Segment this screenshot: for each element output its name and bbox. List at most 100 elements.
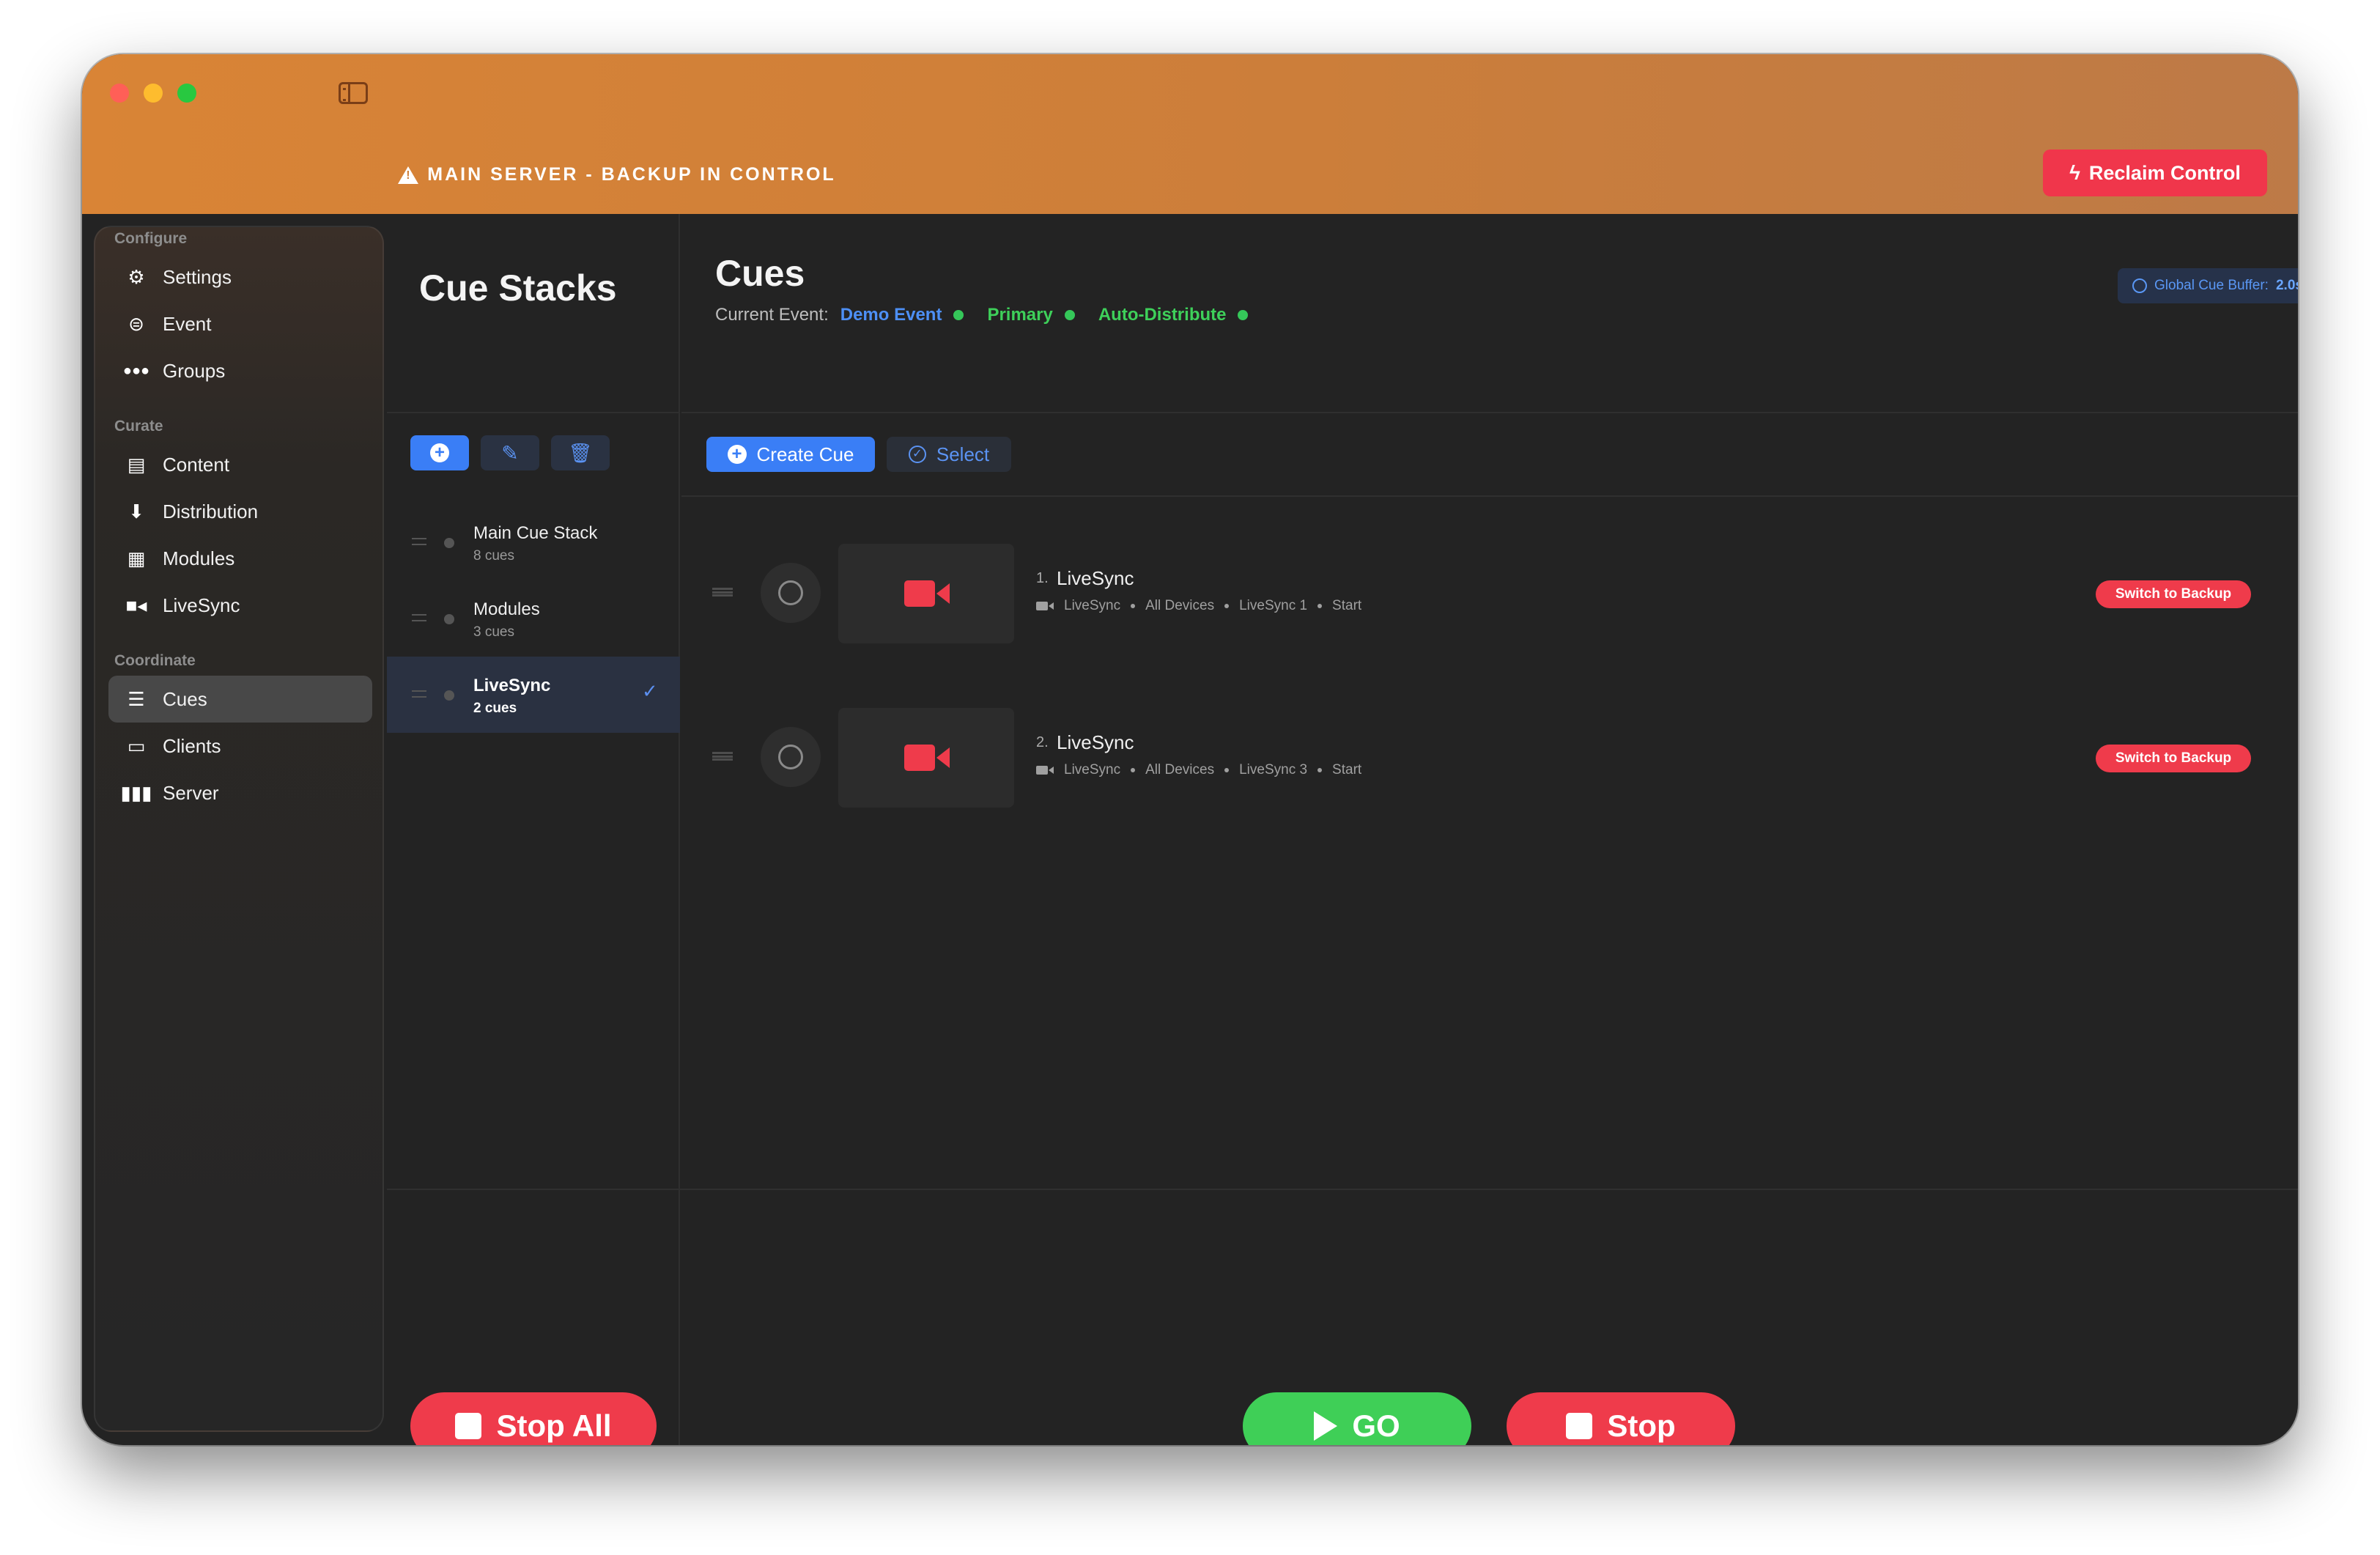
cue-type: LiveSync — [1064, 762, 1121, 778]
edit-stack-button[interactable]: ✎ — [481, 435, 539, 470]
stop-button[interactable]: Stop — [1507, 1392, 1735, 1445]
sidebar-item-clients[interactable]: ▭ Clients — [108, 723, 372, 769]
go-button[interactable]: GO — [1243, 1392, 1471, 1445]
page-title: Cues — [715, 253, 805, 294]
video-camera-icon — [1036, 602, 1054, 610]
stop-label: Stop — [1607, 1408, 1676, 1443]
sidebar: Configure ⚙ Settings ⊜ Event ●●● Groups … — [94, 226, 384, 1432]
video-camera-icon — [904, 580, 950, 607]
switch-to-backup-button[interactable]: Switch to Backup — [2096, 580, 2251, 608]
stack-name: Modules — [473, 599, 540, 619]
cue-source: LiveSync 3 — [1239, 762, 1308, 778]
stack-item-modules[interactable]: Modules 3 cues — [387, 580, 680, 657]
buffer-value: 2.0s — [2275, 278, 2298, 293]
event-link[interactable]: Demo Event — [840, 305, 942, 325]
cue-stacks-title: Cue Stacks — [419, 267, 617, 309]
stop-all-button[interactable]: Stop All — [410, 1392, 657, 1445]
cue-row[interactable]: 1. LiveSync LiveSync All Devices LiveSyn… — [681, 542, 2298, 645]
drag-handle-icon[interactable] — [412, 538, 426, 545]
create-cue-button[interactable]: + Create Cue — [706, 437, 875, 472]
stack-item-main[interactable]: Main Cue Stack 8 cues — [387, 504, 680, 580]
bullet — [1318, 604, 1323, 608]
buffer-label: Global Cue Buffer: — [2154, 278, 2269, 293]
cue-name: LiveSync — [1057, 731, 1134, 753]
stop-icon — [1566, 1413, 1593, 1439]
zoom-window-button[interactable] — [177, 84, 196, 103]
auto-distribute-status: Auto-Distribute — [1098, 305, 1227, 325]
minimize-window-button[interactable] — [144, 84, 163, 103]
stack-count: 2 cues — [473, 701, 517, 716]
sidebar-item-distribution[interactable]: ⬇ Distribution — [108, 488, 372, 535]
sidebar-toggle-icon[interactable] — [339, 82, 368, 104]
cue-meta: LiveSync All Devices LiveSync 1 Start — [1036, 598, 1361, 614]
status-dot — [444, 690, 454, 701]
distribution-icon: ⬇ — [128, 500, 144, 522]
switch-to-backup-button[interactable]: Switch to Backup — [2096, 745, 2251, 772]
video-camera-icon — [904, 745, 950, 771]
section-curate: Curate — [114, 418, 163, 435]
sidebar-item-settings[interactable]: ⚙ Settings — [108, 254, 372, 300]
status-dot — [444, 614, 454, 624]
go-label: GO — [1352, 1408, 1400, 1443]
checkmark-icon: ✓ — [642, 680, 658, 702]
modules-icon: ▦ — [127, 547, 146, 569]
app-window: MAIN SERVER - BACKUP IN CONTROL ϟ Reclai… — [82, 54, 2298, 1445]
cue-action: Start — [1332, 598, 1362, 613]
bullet — [1224, 768, 1230, 772]
bullet — [1318, 768, 1323, 772]
add-stack-button[interactable]: + — [410, 435, 469, 470]
clock-icon — [2132, 278, 2147, 293]
bullet — [1131, 768, 1136, 772]
cue-meta: LiveSync All Devices LiveSync 3 Start — [1036, 762, 1361, 778]
stop-icon — [455, 1413, 482, 1439]
drag-handle-icon[interactable] — [412, 614, 426, 621]
global-cue-buffer[interactable]: Global Cue Buffer: 2.0s — [2118, 268, 2298, 303]
divider — [681, 495, 2298, 497]
drag-handle-icon[interactable] — [712, 588, 733, 596]
play-icon — [1314, 1411, 1338, 1441]
sidebar-item-cues[interactable]: ☰ Cues — [108, 676, 372, 723]
reclaim-control-label: Reclaim Control — [2088, 161, 2241, 184]
current-event-label: Current Event: — [715, 305, 829, 325]
check-circle-icon: ✓ — [908, 446, 926, 463]
cue-select-circle[interactable] — [778, 580, 803, 605]
cue-action: Start — [1332, 762, 1362, 778]
drag-handle-icon[interactable] — [712, 752, 733, 761]
stack-item-livesync[interactable]: LiveSync 2 cues ✓ — [387, 657, 680, 733]
cue-number: 2. — [1036, 734, 1049, 750]
sidebar-item-modules[interactable]: ▦ Modules — [108, 535, 372, 582]
sidebar-item-groups[interactable]: ●●● Groups — [108, 347, 372, 394]
cue-row[interactable]: 2. LiveSync LiveSync All Devices LiveSyn… — [681, 706, 2298, 809]
drag-handle-icon[interactable] — [412, 690, 426, 698]
stop-all-label: Stop All — [496, 1408, 612, 1443]
sidebar-item-event[interactable]: ⊜ Event — [108, 300, 372, 347]
pencil-icon: ✎ — [501, 441, 519, 465]
current-event-line: Current Event: Demo Event Primary Auto-D… — [715, 305, 1260, 325]
server-icon: ▮▮▮ — [120, 781, 152, 804]
warning-icon — [398, 166, 419, 184]
cue-target: All Devices — [1145, 762, 1215, 778]
cue-stacks-panel: Cue Stacks + ✎ 🗑 Main Cue Stack 8 cues M… — [387, 214, 680, 1445]
close-window-button[interactable] — [110, 84, 129, 103]
section-configure: Configure — [114, 230, 188, 247]
cue-source: LiveSync 1 — [1239, 598, 1308, 613]
cue-name: LiveSync — [1057, 567, 1134, 589]
content-icon: ▤ — [127, 453, 146, 476]
sidebar-item-server[interactable]: ▮▮▮ Server — [108, 769, 372, 816]
sidebar-item-livesync[interactable]: ■◂ LiveSync — [108, 582, 372, 629]
cue-thumbnail — [838, 544, 1014, 643]
cue-select-circle[interactable] — [778, 745, 803, 769]
backup-status: MAIN SERVER - BACKUP IN CONTROL — [82, 164, 1152, 185]
plus-icon: + — [727, 445, 747, 464]
cue-thumbnail — [838, 708, 1014, 808]
select-button[interactable]: ✓ Select — [887, 437, 1011, 472]
lightning-icon: ϟ — [2069, 161, 2080, 184]
backup-status-text: MAIN SERVER - BACKUP IN CONTROL — [427, 164, 836, 185]
cues-icon: ☰ — [128, 687, 145, 710]
delete-stack-button[interactable]: 🗑 — [551, 435, 610, 470]
stack-name: LiveSync — [473, 676, 551, 695]
create-cue-label: Create Cue — [756, 443, 854, 465]
reclaim-control-button[interactable]: ϟ Reclaim Control — [2043, 149, 2267, 196]
divider — [387, 412, 679, 413]
sidebar-item-content[interactable]: ▤ Content — [108, 441, 372, 488]
